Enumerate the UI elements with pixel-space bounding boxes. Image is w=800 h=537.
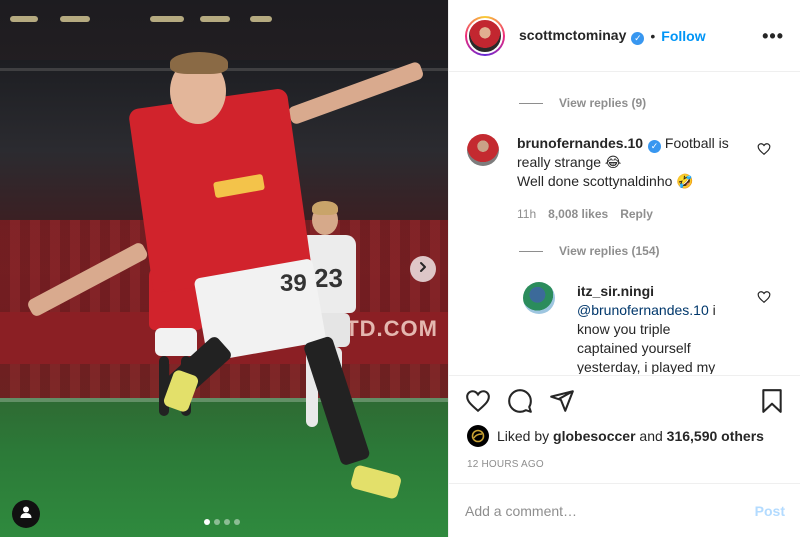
comment-time: 11h	[517, 207, 537, 221]
post-timestamp[interactable]: 12 HOURS AGO	[467, 459, 544, 470]
post-side-panel: scottmctominay ✓ • Follow ••• View replie…	[448, 0, 800, 537]
comment-meta: 11h 8,008 likes Reply	[517, 205, 747, 224]
person-tag-icon	[19, 505, 33, 524]
comment-heart-icon[interactable]	[757, 142, 771, 161]
liked-mid: and	[639, 428, 663, 444]
comment-text-line2: Well done scottynaldinho 🤣	[517, 173, 694, 189]
carousel-dot	[214, 519, 220, 525]
liked-by-line: Liked by globesoccer and 316,590 others	[467, 425, 764, 447]
verified-badge-icon: ✓	[631, 31, 645, 45]
add-comment-row: Post	[449, 483, 800, 537]
commenter-username[interactable]: brunofernandes.10	[517, 135, 643, 151]
action-icons-row	[465, 388, 785, 416]
post-comment-button[interactable]: Post	[755, 503, 785, 519]
heart-icon[interactable]	[465, 388, 491, 419]
reply-username[interactable]: itz_sir.ningi	[577, 283, 654, 299]
author-username[interactable]: scottmctominay ✓	[519, 27, 645, 45]
liked-prefix: Liked by	[497, 428, 550, 444]
post-header: scottmctominay ✓ • Follow •••	[449, 0, 800, 72]
liked-count[interactable]: 316,590 others	[667, 428, 764, 444]
carousel-dot	[204, 519, 210, 525]
comments-list[interactable]: View replies (9) brunofernandes.10 ✓ Foot…	[449, 72, 800, 374]
bookmark-icon[interactable]	[759, 388, 785, 419]
reply-heart-icon[interactable]	[757, 290, 771, 309]
view-replies-main[interactable]: View replies (154)	[519, 244, 660, 258]
comment-icon[interactable]	[507, 388, 533, 419]
more-options-icon[interactable]: •••	[762, 26, 784, 47]
reply-mention[interactable]: @brunofernandes.10	[577, 302, 709, 318]
reply-button[interactable]: Reply	[620, 205, 653, 224]
comment-reply: itz_sir.ningi @brunofernandes.10 i know …	[523, 282, 783, 374]
post-photo[interactable]: TD.COM 23 39	[0, 0, 448, 537]
commenter-avatar[interactable]	[467, 134, 499, 166]
header-separator: •	[650, 27, 656, 44]
share-icon[interactable]	[549, 388, 575, 419]
author-avatar[interactable]	[465, 15, 505, 56]
comment-main: brunofernandes.10 ✓ Football is really st…	[467, 134, 787, 224]
carousel-dot	[234, 519, 240, 525]
follow-button[interactable]: Follow	[661, 28, 705, 44]
view-replies-top[interactable]: View replies (9)	[519, 96, 646, 110]
celebrating-player: 39	[0, 0, 448, 537]
reply-avatar[interactable]	[523, 282, 555, 314]
carousel-next-button[interactable]	[410, 256, 436, 282]
comment-input[interactable]	[465, 503, 755, 519]
chevron-right-icon	[417, 260, 429, 278]
carousel-dot	[224, 519, 230, 525]
comment-likes[interactable]: 8,008 likes	[548, 205, 608, 224]
carousel-dots	[204, 519, 240, 525]
post-viewer: TD.COM 23 39 scottmctominay ✓ • Follow •…	[0, 0, 800, 537]
verified-badge-icon: ✓	[648, 140, 662, 153]
liked-user[interactable]: globesoccer	[553, 428, 635, 444]
liker-avatar[interactable]	[467, 425, 489, 447]
post-actions: Liked by globesoccer and 316,590 others …	[449, 375, 800, 535]
tagged-people-button[interactable]	[12, 500, 40, 528]
